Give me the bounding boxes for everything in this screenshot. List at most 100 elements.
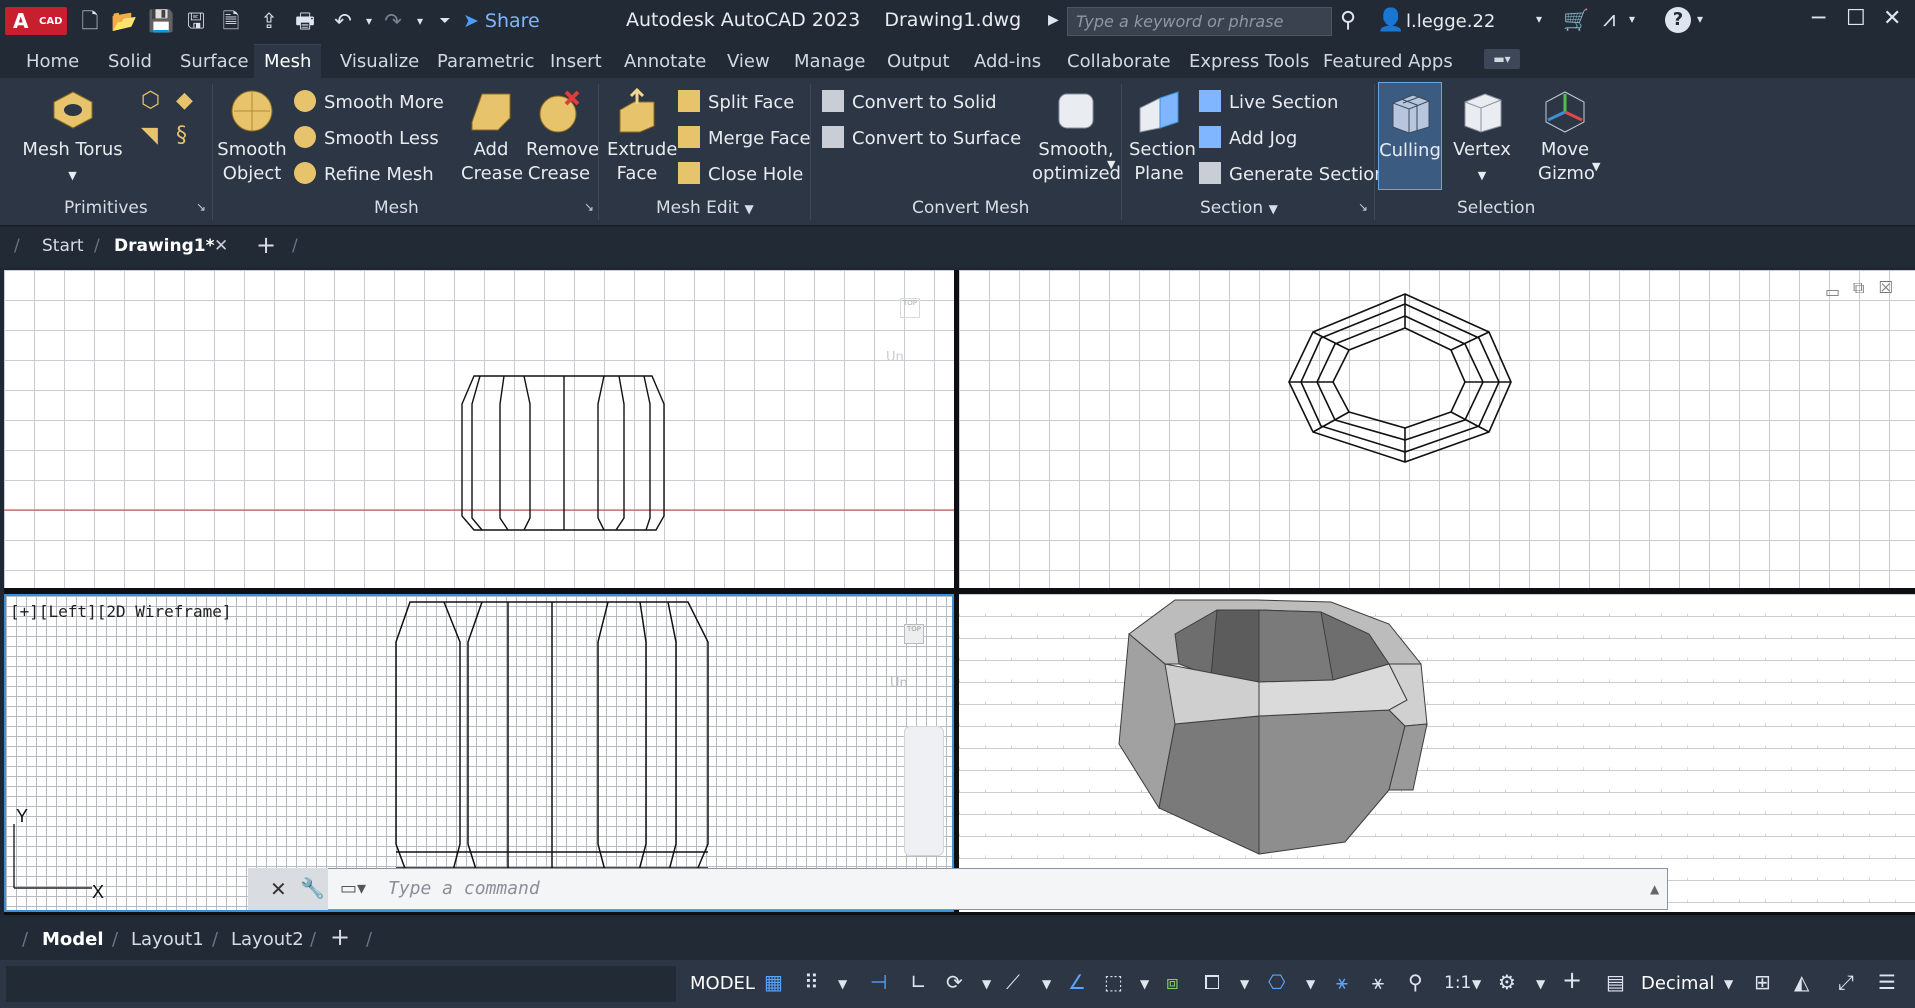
help-search-input[interactable]: Type a keyword or phrase xyxy=(1067,7,1332,36)
add-jog-button[interactable]: Add Jog xyxy=(1199,126,1297,151)
viewcube-icon[interactable]: TOP xyxy=(904,624,924,644)
section-plane-button[interactable]: Section Plane xyxy=(1125,88,1196,186)
minimize-icon[interactable]: ─ xyxy=(1812,6,1825,31)
redo-icon[interactable]: ↷ xyxy=(380,9,406,33)
snap-icon[interactable]: ⠿ xyxy=(804,970,819,994)
open-folder-icon[interactable]: 📂 xyxy=(111,9,137,33)
quick-properties-icon[interactable]: ⊞ xyxy=(1754,970,1771,994)
tab-insert[interactable]: Insert xyxy=(550,51,602,72)
smooth-more-button[interactable]: Smooth More xyxy=(294,90,444,115)
tab-view[interactable]: View xyxy=(727,51,770,72)
layout1-tab[interactable]: Layout1 xyxy=(131,929,204,950)
redo-dropdown-icon[interactable]: ▾ xyxy=(407,9,433,33)
user-icon[interactable]: 👤 xyxy=(1377,8,1404,33)
command-history-icon[interactable]: ▭▾ xyxy=(340,878,366,899)
add-crease-button[interactable]: Add Crease xyxy=(456,88,526,186)
customize-qat-icon[interactable]: ⏷ xyxy=(432,9,458,33)
maximize-icon[interactable]: ☐ xyxy=(1846,6,1866,31)
mesh-launcher-icon[interactable]: ↘ xyxy=(584,200,594,214)
viewport-controls-label[interactable]: [+][Left][2D Wireframe] xyxy=(10,602,232,621)
save-as-icon[interactable]: 🖫 xyxy=(183,9,209,33)
viewport-top[interactable]: ▭ ⧉ ⮽ xyxy=(959,270,1915,588)
remove-crease-button[interactable]: Remove Crease xyxy=(523,88,599,186)
tab-parametric[interactable]: Parametric xyxy=(437,51,534,72)
convert-to-surface-button[interactable]: Convert to Surface xyxy=(822,126,1021,151)
section-launcher-icon[interactable]: ↘ xyxy=(1358,200,1368,214)
cart-icon[interactable]: 🛒 xyxy=(1563,8,1589,33)
viewport-close-icon[interactable]: ⮽ xyxy=(1879,278,1893,298)
help-icon[interactable]: ? xyxy=(1665,7,1691,33)
clean-screen-icon[interactable]: ⤢ xyxy=(1838,970,1854,994)
command-history-up-icon[interactable]: ▲ xyxy=(1650,882,1659,896)
selection-cycling-dropdown-icon[interactable]: ▼ xyxy=(1240,977,1249,991)
tab-home[interactable]: Home xyxy=(26,51,79,72)
tab-express-tools[interactable]: Express Tools xyxy=(1189,51,1309,72)
section-group-label[interactable]: Section ▼ xyxy=(1200,198,1278,218)
smooth-less-button[interactable]: Smooth Less xyxy=(294,126,439,151)
new-tab-icon[interactable]: + xyxy=(256,231,276,259)
dropdown-arrow-icon[interactable]: ▼ xyxy=(1592,160,1600,173)
scale-dropdown-icon[interactable]: ▼ xyxy=(1472,977,1481,991)
tab-collaborate[interactable]: Collaborate xyxy=(1067,51,1171,72)
close-tab-icon[interactable]: ✕ xyxy=(214,236,228,256)
workspace-dropdown-icon[interactable]: ▼ xyxy=(1536,977,1545,991)
tab-surface[interactable]: Surface xyxy=(180,51,249,72)
customize-wrench-icon[interactable]: 🔧 xyxy=(300,876,325,900)
auto-scale-icon[interactable]: ⚹ xyxy=(1372,970,1384,994)
mesh-cone-icon[interactable]: ◥ xyxy=(141,123,158,148)
drawing-tab[interactable]: Drawing1* xyxy=(114,236,215,256)
units-selector[interactable]: Decimal xyxy=(1641,973,1714,994)
snap-dropdown-icon[interactable]: ▼ xyxy=(838,977,847,991)
autodesk-a360-icon[interactable]: ⩘ xyxy=(1603,7,1615,32)
new-file-icon[interactable]: 🗋 xyxy=(77,9,103,33)
object-snap-dropdown-icon[interactable]: ▼ xyxy=(1140,977,1149,991)
transparency-icon[interactable]: ⧈ xyxy=(1166,970,1179,994)
tab-output[interactable]: Output xyxy=(887,51,950,72)
mesh-box-icon[interactable]: ⬡ xyxy=(141,88,160,113)
smooth-object-button[interactable]: Smooth Object xyxy=(215,88,289,186)
isodraft-icon[interactable]: ⟋ xyxy=(1006,970,1020,994)
smooth-optimized-dropdown[interactable]: Smooth, optimized xyxy=(1026,88,1126,186)
vertex-dropdown[interactable]: Vertex ▼ xyxy=(1448,88,1516,188)
undo-dropdown-icon[interactable]: ▾ xyxy=(356,9,382,33)
tab-mesh[interactable]: Mesh xyxy=(254,44,322,78)
ucs-menu[interactable]: Un xyxy=(890,676,908,691)
mesh-edit-group-label[interactable]: Mesh Edit ▼ xyxy=(656,198,754,218)
layout2-tab[interactable]: Layout2 xyxy=(231,929,304,950)
workspace-gear-icon[interactable]: ⚙ xyxy=(1498,970,1516,994)
search-expand-icon[interactable]: ▶ xyxy=(1048,12,1059,28)
culling-toggle[interactable]: Culling xyxy=(1378,82,1442,190)
tab-add-ins[interactable]: Add-ins xyxy=(974,51,1041,72)
primitives-launcher-icon[interactable]: ↘ xyxy=(196,200,206,214)
viewport-minimize-icon[interactable]: ▭ xyxy=(1825,282,1840,301)
tab-annotate[interactable]: Annotate xyxy=(624,51,706,72)
share-button[interactable]: ➤ Share xyxy=(463,9,540,33)
annotation-scale-value[interactable]: 1:1 xyxy=(1444,973,1471,993)
tab-manage[interactable]: Manage xyxy=(794,51,866,72)
tab-featured-apps[interactable]: Featured Apps xyxy=(1323,51,1453,72)
mesh-torus-button[interactable]: Mesh Torus ▼ xyxy=(20,88,125,188)
viewport-3d[interactable] xyxy=(959,594,1915,912)
start-tab[interactable]: Start xyxy=(42,236,84,256)
customization-menu-icon[interactable]: ☰ xyxy=(1878,970,1896,994)
infer-constraints-icon[interactable]: ⊣ xyxy=(870,970,887,994)
a360-dropdown-icon[interactable]: ▾ xyxy=(1629,12,1635,26)
ortho-icon[interactable]: ∟ xyxy=(910,970,927,994)
save-icon[interactable]: 💾 xyxy=(148,9,174,33)
annotation-scale-icon[interactable]: ⚲ xyxy=(1408,970,1423,994)
extrude-face-button[interactable]: Extrude Face xyxy=(603,88,677,186)
model-space-toggle[interactable]: MODEL xyxy=(690,973,755,994)
live-section-button[interactable]: Live Section xyxy=(1199,90,1338,115)
search-icon[interactable]: ⚲ xyxy=(1340,8,1356,33)
save-web-icon[interactable]: ⇪ xyxy=(256,9,282,33)
app-logo[interactable]: A CAD xyxy=(5,7,67,35)
model-tab[interactable]: Model xyxy=(42,929,104,950)
help-dropdown-icon[interactable]: ▾ xyxy=(1697,12,1703,26)
mesh-revolve-icon[interactable]: § xyxy=(176,123,187,148)
viewport-front[interactable]: TOP Un xyxy=(4,270,954,588)
3d-osnap-dropdown-icon[interactable]: ▼ xyxy=(1306,977,1315,991)
isodraft-dropdown-icon[interactable]: ▼ xyxy=(1042,977,1051,991)
mesh-wedge-icon[interactable]: ◆ xyxy=(176,88,193,113)
new-layout-icon[interactable]: + xyxy=(330,923,350,951)
user-name[interactable]: l.legge.22 xyxy=(1406,11,1495,32)
